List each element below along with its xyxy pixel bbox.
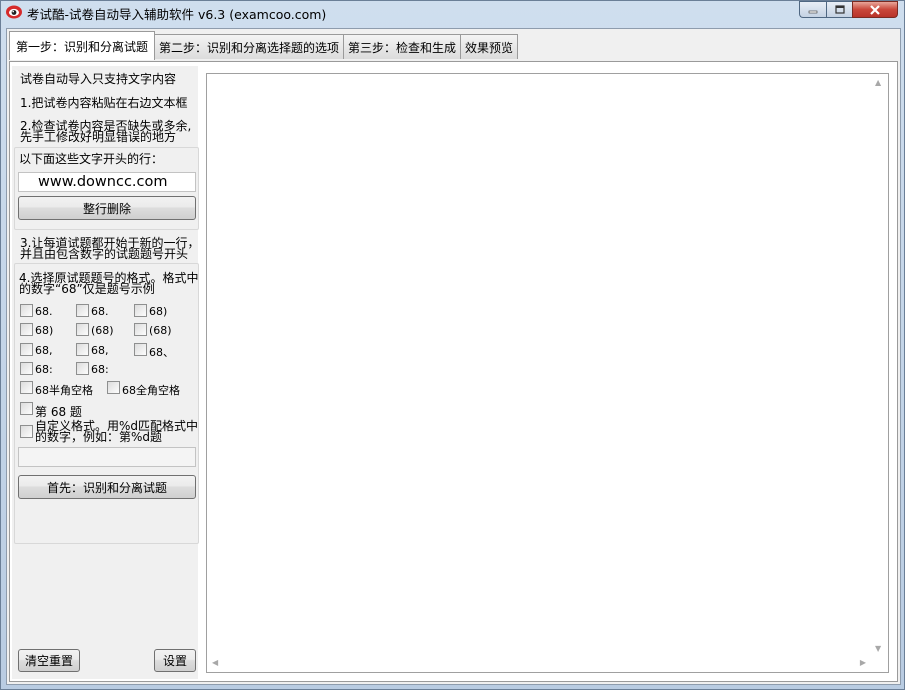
format-group: 4.选择原试题题号的格式。格式中 的数字“68”仅是题号示例 68. 68. 6…	[14, 263, 199, 544]
format-label: 68:	[91, 363, 109, 376]
settings-button[interactable]: 设置	[154, 649, 196, 672]
minimize-icon	[808, 10, 818, 13]
format-label: 68)	[149, 305, 168, 318]
scroll-up-icon[interactable]: ▲	[875, 79, 881, 87]
half-space-label: 68半角空格	[35, 384, 93, 397]
step4-text-line2: 的数字“68”仅是题号示例	[19, 282, 155, 296]
full-space-label: 68全角空格	[122, 384, 180, 397]
full-space-checkbox[interactable]	[107, 381, 120, 394]
format-checkbox[interactable]	[134, 343, 147, 356]
format-checkbox[interactable]	[76, 323, 89, 336]
paste-text-area[interactable]: ▲ ▼ ◀ ▶	[206, 73, 889, 673]
di-ti-checkbox[interactable]	[20, 402, 33, 415]
format-label: (68)	[149, 324, 172, 337]
window-title: 考试酷-试卷自动导入辅助软件 v6.3 (examcoo.com)	[27, 7, 327, 22]
tab-step3[interactable]: 第三步：检查和生成	[343, 34, 462, 59]
format-checkbox[interactable]	[20, 304, 33, 317]
step1-text: 1.把试卷内容粘贴在右边文本框	[20, 96, 188, 110]
format-label: 68、	[149, 346, 174, 359]
format-label: 68)	[35, 324, 54, 337]
di-ti-label: 第 68 题	[35, 405, 82, 419]
tab-preview[interactable]: 效果预览	[460, 34, 519, 59]
custom-format-checkbox[interactable]	[20, 425, 33, 438]
close-icon	[870, 4, 880, 15]
start-separate-button[interactable]: 首先：识别和分离试题	[18, 475, 196, 499]
tab-step1[interactable]: 第一步：识别和分离试题	[9, 31, 156, 60]
custom-format-label-line2: 的数字，例如：第%d题	[35, 430, 163, 444]
format-label: 68,	[91, 344, 109, 357]
step3-text-line2: 并且由包含数字的试题题号开头	[20, 247, 189, 261]
format-checkbox[interactable]	[76, 343, 89, 356]
eye-logo-icon	[6, 5, 22, 19]
format-checkbox[interactable]	[76, 362, 89, 375]
step2-text-line2: 先手工修改好明显错误的地方	[20, 130, 177, 144]
format-checkbox[interactable]	[134, 304, 147, 317]
scroll-left-icon[interactable]: ◀	[212, 659, 218, 667]
half-space-checkbox[interactable]	[20, 381, 33, 394]
format-checkbox[interactable]	[20, 362, 33, 375]
format-checkbox[interactable]	[134, 323, 147, 336]
delete-prefix-label: 以下面这些文字开头的行：	[19, 152, 164, 166]
tab-step2[interactable]: 第二步：识别和分离选择题的选项	[154, 34, 345, 59]
tab-panel-step1: 试卷自动导入只支持文字内容 1.把试卷内容粘贴在右边文本框 2.检查试卷内容是否…	[9, 61, 898, 682]
window-controls	[799, 1, 898, 18]
scroll-down-icon[interactable]: ▼	[875, 645, 881, 653]
notice-text: 试卷自动导入只支持文字内容	[20, 72, 177, 86]
app-window: 考试酷-试卷自动导入辅助软件 v6.3 (examcoo.com) 第一步：识别…	[0, 0, 905, 690]
format-label: (68)	[91, 324, 114, 337]
clear-reset-button[interactable]: 清空重置	[18, 649, 80, 672]
minimize-button[interactable]	[799, 1, 826, 18]
delete-prefix-group: 以下面这些文字开头的行： www.downcc.com 整行删除	[14, 147, 199, 230]
left-panel: 试卷自动导入只支持文字内容 1.把试卷内容粘贴在右边文本框 2.检查试卷内容是否…	[12, 66, 199, 679]
horizontal-scrollbar[interactable]: ◀ ▶	[207, 655, 871, 672]
delete-prefix-input[interactable]: www.downcc.com	[18, 172, 196, 192]
delete-lines-button[interactable]: 整行删除	[18, 196, 196, 220]
title-bar[interactable]: 考试酷-试卷自动导入辅助软件 v6.3 (examcoo.com)	[1, 1, 904, 25]
tab-strip: 第一步：识别和分离试题 第二步：识别和分离选择题的选项 第三步：检查和生成 效果…	[9, 31, 519, 60]
format-label: 68.	[35, 305, 53, 318]
format-label: 68.	[91, 305, 109, 318]
format-label: 68:	[35, 363, 53, 376]
maximize-button[interactable]	[826, 1, 852, 18]
close-button[interactable]	[852, 1, 898, 18]
maximize-icon	[834, 5, 845, 14]
format-checkbox[interactable]	[20, 323, 33, 336]
scroll-right-icon[interactable]: ▶	[860, 659, 866, 667]
format-checkbox[interactable]	[76, 304, 89, 317]
client-area: 第一步：识别和分离试题 第二步：识别和分离选择题的选项 第三步：检查和生成 效果…	[6, 28, 901, 685]
format-label: 68,	[35, 344, 53, 357]
custom-format-input[interactable]	[18, 447, 196, 467]
format-checkbox[interactable]	[20, 343, 33, 356]
vertical-scrollbar[interactable]: ▲ ▼	[871, 74, 888, 656]
